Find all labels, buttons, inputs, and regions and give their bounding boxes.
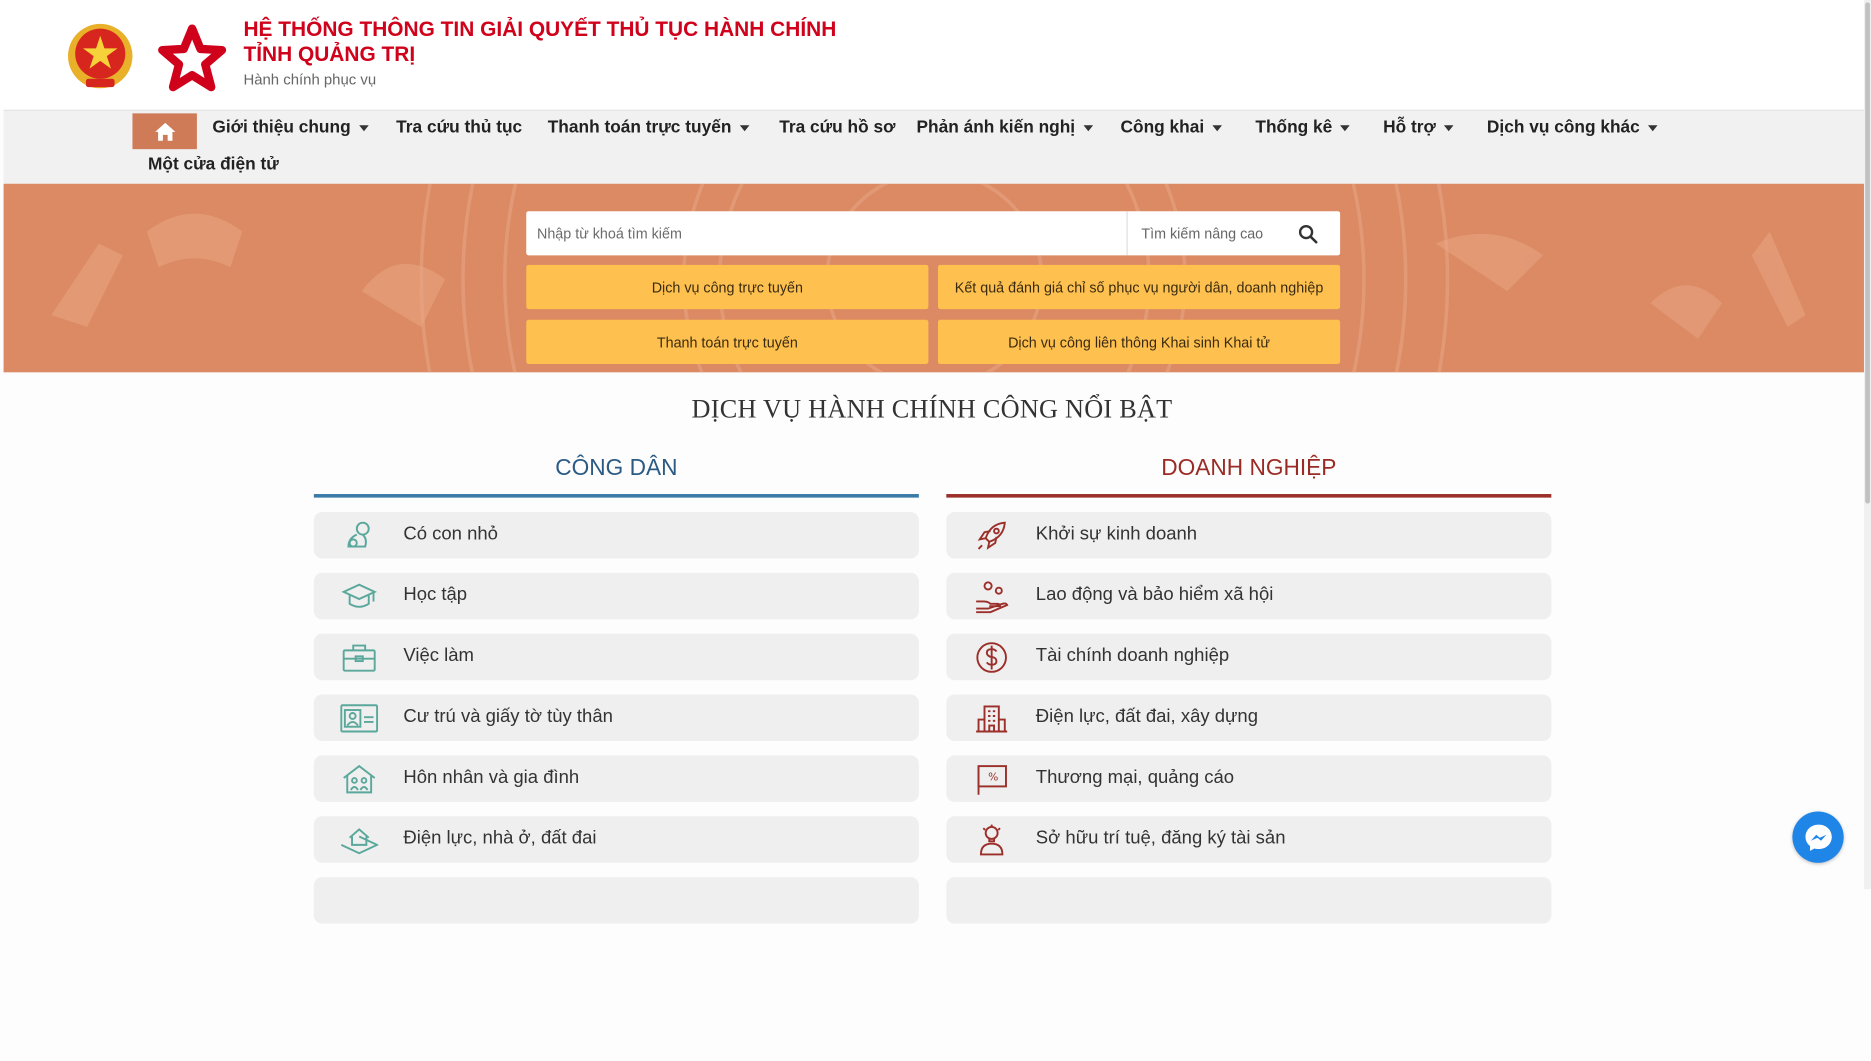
building-icon [973, 700, 1011, 736]
rocket-icon [973, 518, 1011, 554]
nav-mot-cua-dien-tu[interactable]: Một cửa điện tử [148, 155, 279, 174]
nav-tra-cuu-thu-tuc[interactable]: Tra cứu thủ tục [396, 118, 522, 137]
site-title-line2: TỈNH QUẢNG TRỊ [243, 41, 416, 66]
service-khoi-su-kinh-doanh[interactable]: Khởi sự kinh doanh [946, 511, 1552, 559]
service-label: Việc làm [403, 645, 474, 666]
service-row-partial[interactable] [946, 877, 1552, 924]
search-bar: Tìm kiếm nâng cao [526, 211, 1341, 256]
service-hon-nhan[interactable]: Hôn nhân và gia đình [313, 755, 919, 802]
home-button[interactable] [132, 113, 197, 150]
messenger-chat-button[interactable] [1792, 811, 1844, 863]
nav-thanh-toan-truc-tuyen[interactable]: Thanh toán trực tuyến [548, 118, 750, 137]
service-row-partial[interactable] [313, 877, 919, 924]
caret-down-icon [739, 124, 750, 131]
service-co-con-nho[interactable]: Có con nhỏ [313, 511, 919, 559]
service-thuong-mai[interactable]: % Thương mại, quảng cáo [946, 755, 1552, 802]
featured-services-title: DỊCH VỤ HÀNH CHÍNH CÔNG NỔI BẬT [691, 393, 1173, 424]
site-title-line1: HỆ THỐNG THÔNG TIN GIẢI QUYẾT THỦ TỤC HÀ… [243, 16, 837, 41]
quick-link-khai-sinh-khai-tu[interactable]: Dịch vụ công liên thông Khai sinh Khai t… [937, 319, 1341, 364]
nav-thong-ke[interactable]: Thống kê [1255, 118, 1351, 138]
service-tai-chinh[interactable]: Tài chính doanh nghiệp [946, 633, 1552, 681]
percent-board-icon: % [973, 761, 1011, 797]
main-nav: Giới thiệu chung Tra cứu thủ tục Thanh t… [3, 109, 1864, 185]
baby-icon [340, 518, 378, 554]
nav-label: Thống kê [1255, 118, 1333, 138]
quick-link-dich-vu-cong-truc-tuyen[interactable]: Dịch vụ công trực tuyến [526, 264, 929, 310]
nav-label: Tra cứu thủ tục [396, 118, 523, 138]
service-dien-luc-dat-dai-xay-dung[interactable]: Điện lực, đất đai, xây dựng [946, 694, 1552, 742]
site-title[interactable]: HỆ THỐNG THÔNG TIN GIẢI QUYẾT THỦ TỤC HÀ… [243, 17, 864, 67]
nav-label: Phản ánh kiến nghị [916, 118, 1076, 138]
messenger-icon [1804, 823, 1832, 851]
tab-doanh-nghiep[interactable]: DOANH NGHIỆP [946, 456, 1552, 498]
nav-gioi-thieu-chung[interactable]: Giới thiệu chung [212, 118, 369, 138]
search-input[interactable] [526, 211, 1123, 256]
service-cu-tru[interactable]: Cư trú và giấy tờ tùy thân [313, 694, 919, 742]
advanced-search-button[interactable]: Tìm kiếm nâng cao [1126, 211, 1277, 256]
service-label: Khởi sự kinh doanh [1035, 523, 1198, 545]
dollar-icon [973, 640, 1011, 676]
service-label: Hôn nhân và gia đình [403, 767, 580, 788]
nav-label: Dịch vụ công khác [1486, 118, 1640, 138]
caret-down-icon [1212, 124, 1223, 131]
service-label: Điện lực, nhà ở, đất đai [403, 828, 597, 849]
caret-down-icon [1444, 124, 1454, 131]
service-hoc-tap[interactable]: Học tập [313, 572, 919, 620]
service-label: Tài chính doanh nghiệp [1035, 645, 1230, 666]
house-land-icon [340, 822, 379, 858]
tab-cong-dan[interactable]: CÔNG DÂN [313, 456, 919, 498]
nav-label: Tra cứu hồ sơ [779, 118, 896, 138]
nav-label: Một cửa điện tử [147, 155, 279, 175]
service-label: Điện lực, đất đai, xây dựng [1035, 706, 1258, 727]
svg-text:%: % [988, 770, 998, 783]
service-dien-luc-nha-o[interactable]: Điện lực, nhà ở, đất đai [313, 816, 919, 863]
service-so-huu-tri-tue[interactable]: Sở hữu trí tuệ, đăng ký tài sản [946, 816, 1552, 863]
hand-people-icon [973, 579, 1011, 615]
star-logo-icon[interactable] [155, 21, 229, 95]
service-label: Có con nhỏ [403, 523, 498, 545]
scrollbar-thumb[interactable] [1865, 2, 1870, 504]
nav-tra-cuu-ho-so[interactable]: Tra cứu hồ sơ [779, 118, 895, 137]
service-label: Sở hữu trí tuệ, đăng ký tài sản [1035, 828, 1286, 849]
briefcase-icon [340, 640, 378, 676]
nav-label: Công khai [1120, 118, 1205, 138]
home-icon [154, 122, 175, 141]
caret-down-icon [359, 124, 369, 131]
search-button[interactable] [1276, 211, 1340, 255]
lightbulb-person-icon [973, 822, 1011, 858]
id-card-icon [340, 700, 379, 736]
national-emblem-icon[interactable] [64, 21, 136, 93]
service-label: Thương mại, quảng cáo [1035, 767, 1235, 788]
quick-link-ket-qua-danh-gia[interactable]: Kết quả đánh giá chỉ số phục vụ người dâ… [937, 264, 1341, 310]
quick-link-thanh-toan-truc-tuyen[interactable]: Thanh toán trực tuyến [526, 319, 929, 364]
service-label: Lao động và bảo hiểm xã hội [1035, 584, 1274, 606]
nav-label: Giới thiệu chung [212, 118, 351, 138]
service-lao-dong-bhxh[interactable]: Lao động và bảo hiểm xã hội [946, 572, 1552, 620]
nav-cong-khai[interactable]: Công khai [1121, 118, 1223, 137]
site-header: HỆ THỐNG THÔNG TIN GIẢI QUYẾT THỦ TỤC HÀ… [0, 0, 1864, 110]
caret-down-icon [1648, 124, 1658, 131]
family-house-icon [340, 761, 378, 797]
nav-dich-vu-cong-khac[interactable]: Dịch vụ công khác [1487, 118, 1658, 137]
nav-label: Thanh toán trực tuyến [547, 118, 732, 138]
service-label: Cư trú và giấy tờ tùy thân [403, 706, 613, 727]
search-icon [1298, 224, 1318, 243]
nav-ho-tro[interactable]: Hỗ trợ [1383, 118, 1454, 137]
nav-phan-anh-kien-nghi[interactable]: Phản ánh kiến nghị [916, 118, 1094, 138]
service-viec-lam[interactable]: Việc làm [313, 633, 919, 681]
service-label: Học tập [403, 584, 468, 606]
nav-label: Hỗ trợ [1383, 118, 1436, 138]
graduation-cap-icon [340, 579, 378, 615]
caret-down-icon [1340, 124, 1351, 131]
caret-down-icon [1083, 124, 1094, 131]
site-subtitle: Hành chính phục vụ [243, 71, 377, 89]
